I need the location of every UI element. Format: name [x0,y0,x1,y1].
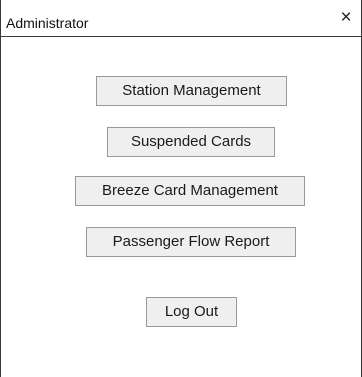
close-icon[interactable]: × [337,8,355,28]
passenger-flow-report-button[interactable]: Passenger Flow Report [86,227,296,257]
window-title: Administrator [6,15,89,31]
administrator-window: Administrator × Station Management Suspe… [0,0,362,377]
title-bar: Administrator × [1,0,361,37]
station-management-button[interactable]: Station Management [96,76,287,106]
suspended-cards-button[interactable]: Suspended Cards [107,127,275,157]
breeze-card-management-button[interactable]: Breeze Card Management [75,176,305,206]
log-out-button[interactable]: Log Out [146,297,237,327]
